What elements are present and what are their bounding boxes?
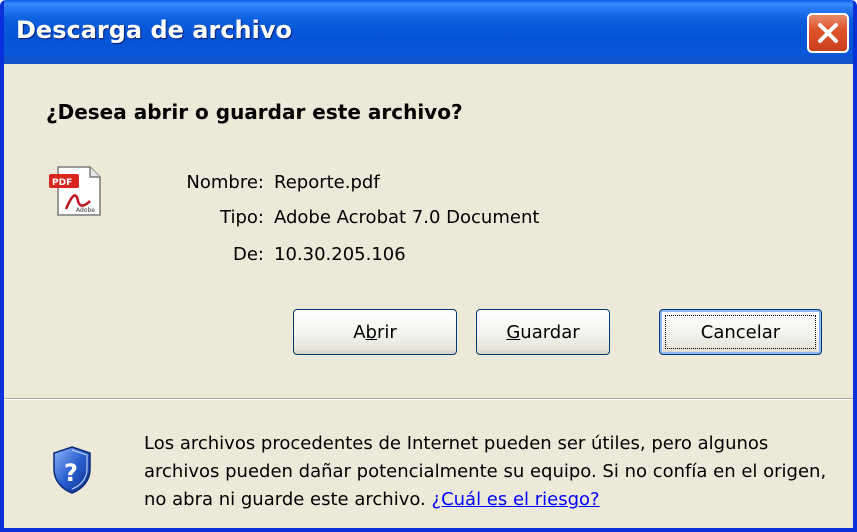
security-warning: Los archivos procedentes de Internet pue… [144, 430, 844, 514]
from-label: De: [233, 244, 264, 265]
window-title: Descarga de archivo [16, 16, 292, 44]
type-label: Tipo: [220, 207, 264, 228]
shield-question-icon: ? [53, 446, 91, 494]
dialog-question: ¿Desea abrir o guardar este archivo? [46, 100, 463, 124]
download-dialog: Descarga de archivo ¿Desea abrir o guard… [0, 0, 857, 532]
title-bar[interactable]: Descarga de archivo [4, 0, 853, 64]
type-value: Adobe Acrobat 7.0 Document [274, 207, 540, 228]
close-button[interactable] [807, 13, 849, 53]
risk-link[interactable]: ¿Cuál es el riesgo? [432, 489, 600, 510]
save-button[interactable]: Guardar [476, 309, 610, 355]
name-value: Reporte.pdf [274, 172, 380, 193]
svg-text:?: ? [64, 459, 78, 487]
close-icon [818, 23, 838, 43]
cancel-button[interactable]: Cancelar [659, 309, 822, 355]
from-value: 10.30.205.106 [274, 244, 406, 265]
divider-highlight [4, 399, 853, 400]
open-button[interactable]: Abrir [293, 309, 457, 355]
name-label: Nombre: [186, 172, 264, 193]
